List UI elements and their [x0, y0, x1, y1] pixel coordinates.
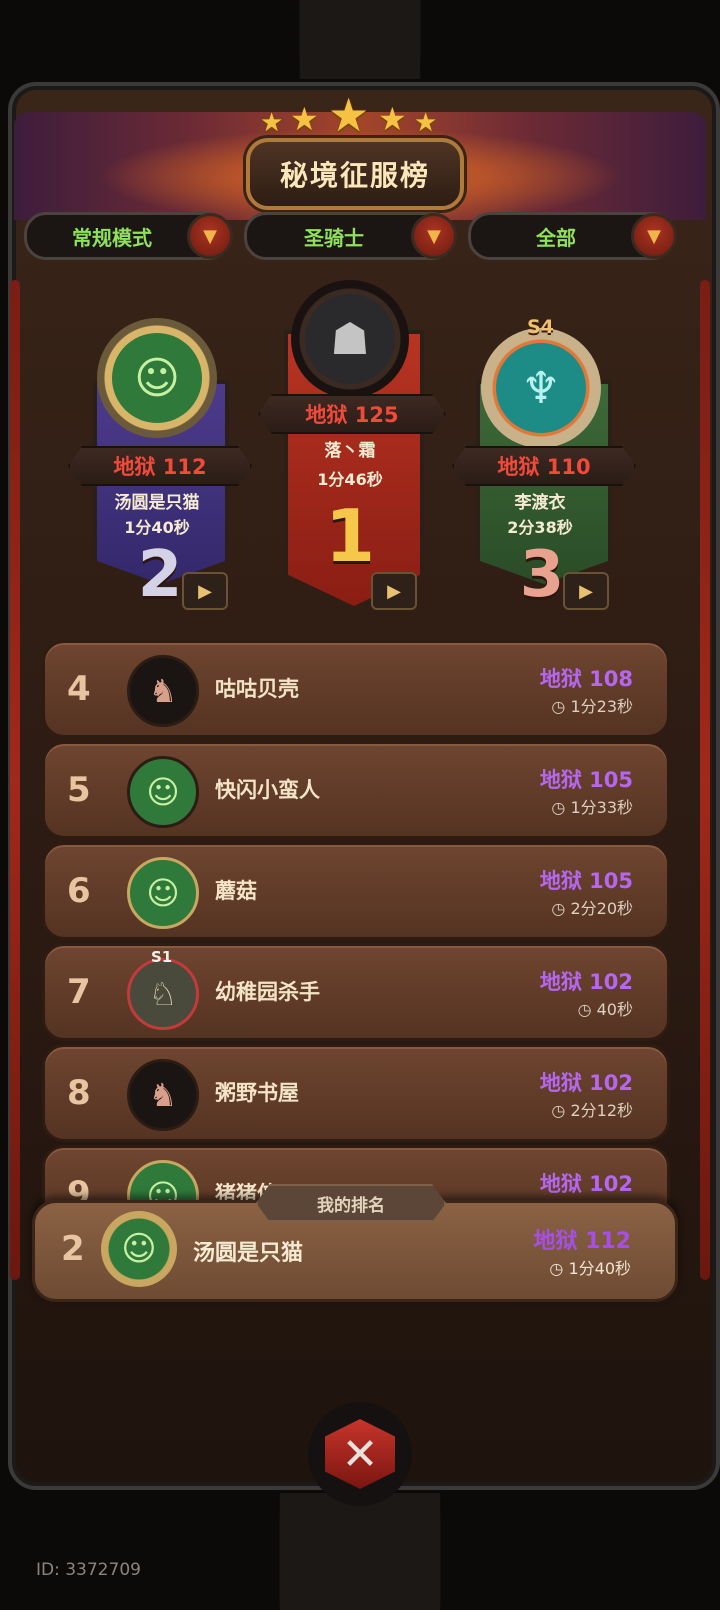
- clock-icon: ◷: [549, 1259, 569, 1278]
- rank-number: 5: [67, 770, 91, 810]
- player-name: 粥野书屋: [215, 1081, 299, 1105]
- dragon-icon: ♆: [496, 343, 586, 433]
- pig-icon: ♞: [127, 655, 199, 727]
- player-name: 蘑菇: [215, 879, 257, 903]
- clock-icon: ◷: [551, 1101, 571, 1120]
- avatar: ☺: [97, 318, 217, 438]
- list-item[interactable]: 5 ☺ 快闪小蛮人 地狱 105 ◷ 1分33秒: [42, 741, 670, 839]
- list-item[interactable]: 4 ♞ 咕咕贝壳 地狱 108 ◷ 1分23秒: [42, 640, 670, 738]
- class-filter-label: 圣骑士: [304, 225, 364, 250]
- podium-level-third: 地狱 110: [452, 446, 636, 486]
- player-name: 汤圆是只猫: [193, 1241, 304, 1266]
- star-icon: ★: [378, 100, 407, 138]
- rank-number: 2: [61, 1229, 85, 1269]
- clock-icon: ◷: [551, 697, 571, 716]
- player-time: ◷ 40秒: [578, 996, 633, 1020]
- avatar: ♆: [481, 328, 601, 448]
- player-name: 幼稚园杀手: [215, 980, 320, 1004]
- season-badge: S4: [527, 316, 554, 338]
- podium-level-second: 地狱 112: [68, 446, 252, 486]
- page-title: 秘境征服榜: [246, 138, 464, 210]
- player-level: 地狱 102: [539, 1172, 633, 1196]
- class-filter[interactable]: 圣骑士 ▼: [244, 212, 457, 260]
- elf-icon: ♘: [127, 958, 199, 1030]
- rank-number: 6: [67, 871, 91, 911]
- podium-time-second: 1分40秒: [124, 518, 190, 537]
- player-level: 地狱 112: [533, 1229, 631, 1254]
- close-icon: ✕: [325, 1419, 395, 1489]
- podium-name-second: 汤圆是只猫: [114, 493, 200, 513]
- green-grin-icon: ☺: [127, 857, 199, 929]
- player-time-value: 1分33秒: [570, 798, 633, 817]
- user-id: ID: 3372709: [36, 1560, 141, 1580]
- list-item[interactable]: 8 ♞ 粥野书屋 地狱 102 ◷ 2分12秒: [42, 1044, 670, 1142]
- range-filter[interactable]: 全部 ▼: [468, 212, 677, 260]
- player-name: 快闪小蛮人: [215, 778, 320, 802]
- player-time: ◷ 2分20秒: [551, 895, 633, 919]
- podium-name-first: 落丶霜: [324, 441, 376, 461]
- rank-number: 4: [67, 669, 91, 709]
- star-icon: ★: [290, 100, 319, 138]
- clock-icon: ◷: [577, 1000, 597, 1019]
- mode-filter[interactable]: 常规模式 ▼: [24, 212, 233, 260]
- player-level: 地狱 105: [539, 869, 633, 893]
- green-grin-icon: ☺: [127, 756, 199, 828]
- avatar: ☺: [101, 1211, 177, 1287]
- podium-place-first: 1: [324, 494, 376, 578]
- rating-stars: ★ ★ ★ ★ ★: [260, 88, 460, 142]
- avatar: ☗: [291, 280, 409, 398]
- player-name: 咕咕贝壳: [215, 677, 299, 701]
- pig-icon: ♞: [127, 1059, 199, 1131]
- video-replay-icon[interactable]: ▶: [182, 572, 228, 610]
- player-time: ◷ 2分12秒: [551, 1097, 633, 1121]
- right-side-bar: [700, 280, 710, 1280]
- green-grin-icon: ☺: [121, 1229, 157, 1269]
- podium-name-third: 李渡衣: [514, 493, 566, 513]
- podium-level-first: 地狱 125: [258, 394, 446, 434]
- podium-time-third: 2分38秒: [507, 518, 573, 537]
- left-side-bar: [10, 280, 20, 1280]
- range-filter-label: 全部: [536, 225, 576, 250]
- podium-time-first: 1分46秒: [317, 470, 383, 489]
- player-time: ◷ 1分33秒: [551, 794, 633, 818]
- my-rank-tag: 我的排名: [256, 1184, 446, 1222]
- player-time: ◷ 1分23秒: [551, 693, 633, 717]
- list-item[interactable]: 6 ☺ 蘑菇 地狱 105 ◷ 2分20秒: [42, 842, 670, 940]
- star-icon: ★: [414, 108, 438, 138]
- star-icon: ★: [328, 88, 370, 142]
- star-icon: ★: [260, 108, 284, 138]
- video-replay-icon[interactable]: ▶: [371, 572, 417, 610]
- clock-icon: ◷: [551, 899, 571, 918]
- player-time: ◷ 1分40秒: [549, 1255, 631, 1279]
- clock-icon: ◷: [551, 798, 571, 817]
- player-time-value: 2分12秒: [570, 1101, 633, 1120]
- player-level: 地狱 102: [539, 970, 633, 994]
- video-replay-icon[interactable]: ▶: [563, 572, 609, 610]
- player-time-value: 40秒: [596, 1000, 633, 1019]
- list-item[interactable]: 7 ♘ S1 幼稚园杀手 地狱 102 ◷ 40秒: [42, 943, 670, 1041]
- chevron-down-icon[interactable]: ▼: [187, 213, 233, 259]
- player-level: 地狱 108: [539, 667, 633, 691]
- player-level: 地狱 102: [539, 1071, 633, 1095]
- rank-number: 7: [67, 972, 91, 1012]
- player-time-value: 1分40秒: [568, 1259, 631, 1278]
- player-time-value: 1分23秒: [570, 697, 633, 716]
- player-time-value: 2分20秒: [570, 899, 633, 918]
- season-badge: S1: [151, 948, 173, 966]
- podium-place-second: 2: [137, 538, 183, 612]
- chevron-down-icon[interactable]: ▼: [411, 213, 457, 259]
- player-level: 地狱 105: [539, 768, 633, 792]
- hooded-figure-icon: ☗: [305, 294, 395, 384]
- mode-filter-label: 常规模式: [72, 225, 152, 250]
- rank-number: 8: [67, 1073, 91, 1113]
- close-button[interactable]: ✕: [308, 1402, 412, 1506]
- chevron-down-icon[interactable]: ▼: [631, 213, 677, 259]
- green-grin-icon: ☺: [112, 333, 202, 423]
